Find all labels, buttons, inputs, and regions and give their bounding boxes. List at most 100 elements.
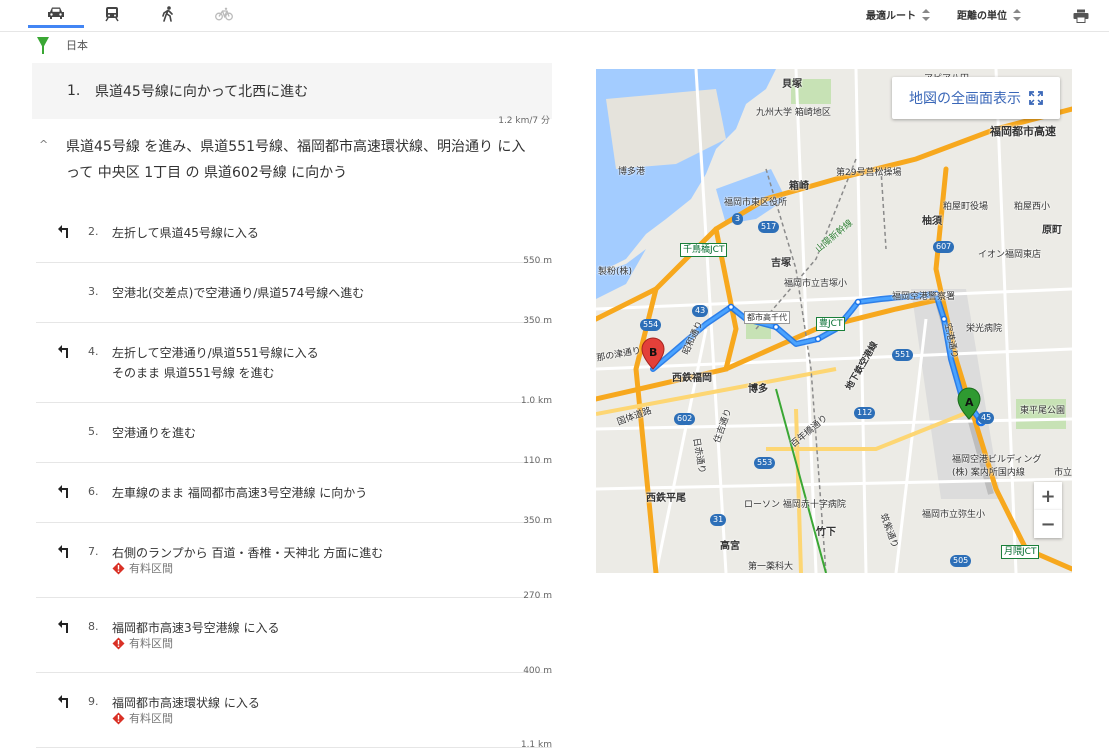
step-text-line: 空港北(交差点)で空港通り/県道574号線へ進む (112, 286, 365, 300)
road-shield: 607 (933, 241, 955, 253)
map-label: 福岡市東区役所 (724, 198, 788, 208)
route-section-summary[interactable]: ^ 県道45号線 を進み、県道551号線、福岡都市高速環状線、明治通り に入って… (36, 134, 526, 186)
map-label: 第29号莒松操場 (836, 168, 902, 178)
turn-icon-wrapper (58, 693, 70, 712)
marker-b-label: B (649, 346, 658, 359)
direction-step-1[interactable]: 1. 県道45号線に向かって北西に進む (32, 63, 552, 119)
map-label: 福岡市立吉塚小 (784, 279, 848, 289)
jct-label: 豊JCT (816, 317, 846, 331)
turn-left-icon (58, 485, 68, 498)
step-number: 6. (88, 485, 99, 498)
toll-warning-icon (112, 562, 125, 574)
car-icon (48, 7, 64, 19)
map-label: ローソン 福岡赤十字病院 (744, 500, 846, 510)
road-shield: 554 (640, 319, 662, 331)
map-label: 福岡都市高速 (990, 125, 1056, 138)
zoom-out-button[interactable]: − (1034, 510, 1062, 538)
mode-transit-button[interactable] (84, 0, 140, 28)
turn-left-icon (58, 620, 68, 633)
map-label: 竹下 (816, 527, 836, 538)
step-text: 空港北(交差点)で空港通り/県道574号線へ進む (112, 283, 364, 303)
map-label: 博多 (748, 384, 768, 395)
travel-mode-bar: 最適ルート 距離の単位 (0, 0, 1109, 32)
step-distance: 1.1 km (520, 740, 552, 750)
map-label: 市立 (1054, 468, 1072, 478)
direction-step[interactable]: 8. 福岡都市高速3号空港線 に入る 有料区間 (36, 618, 552, 672)
turn-left-icon (58, 695, 68, 708)
step-text: 左車線のまま 福岡都市高速3号空港線 に向かう (112, 483, 367, 503)
step-text: 左折して県道45号線に入る (112, 223, 259, 243)
step-text-line: 左車線のまま 福岡都市高速3号空港線 に向かう (112, 486, 368, 500)
map-label: 吉塚 (771, 258, 791, 269)
toll-section-note: 有料区間 (112, 710, 173, 726)
map-label: 原町 (1042, 225, 1062, 236)
route-map[interactable]: A B 貝塚 九州大学 箱崎地区 アピア八田 福岡都市高速 博多港 箱崎 第29… (596, 69, 1072, 573)
direction-step[interactable]: 7. 右側のランプから 百道・香椎・天神北 方面に進む 有料区間 (36, 543, 552, 597)
zoom-out-icon: − (1040, 513, 1056, 535)
turn-icon-wrapper (58, 543, 70, 562)
step-number: 5. (88, 425, 99, 438)
toll-warning-icon (112, 637, 125, 649)
mode-car-button[interactable] (28, 0, 84, 28)
road-shield: 45 (978, 412, 995, 424)
step-text: 左折して空港通り/県道551号線に入る そのまま 県道551号線 を進む (112, 343, 319, 383)
road-shield: 505 (950, 555, 972, 567)
sort-arrows-icon (922, 8, 930, 21)
step-text: 空港通りを進む (112, 423, 196, 443)
start-flag-icon (37, 37, 49, 54)
map-label: 粕屋西小 (1014, 202, 1051, 212)
print-icon (1073, 9, 1089, 23)
step-text-line: 左折して空港通り/県道551号線に入る (112, 346, 319, 360)
map-label: イオン福岡東店 (978, 250, 1042, 260)
step-text-line: そのまま 県道551号線 を進む (112, 366, 275, 380)
step-number: 4. (88, 345, 99, 358)
step-distance: 350 m (523, 516, 552, 526)
mode-walk-button[interactable] (140, 0, 196, 28)
map-label: (株) 案内所国内線 (952, 468, 1025, 478)
toll-warning-icon (112, 712, 125, 724)
toll-section-note: 有料区間 (112, 635, 173, 651)
turn-icon-wrapper (58, 483, 70, 502)
map-label: 第一薬科大 (748, 562, 794, 572)
map-label: 柚須 (922, 216, 942, 227)
print-button[interactable] (1073, 8, 1089, 27)
step-text-line: 空港通りを進む (112, 426, 197, 440)
step-distance-time: 1.2 km/7 分 (498, 116, 550, 126)
turn-icon-wrapper (58, 223, 70, 242)
step-distance: 550 m (523, 256, 552, 266)
map-label: 高宮 (720, 541, 740, 552)
zoom-in-icon: + (1040, 485, 1056, 507)
direction-step[interactable]: 4. 左折して空港通り/県道551号線に入る そのまま 県道551号線 を進む (36, 343, 552, 402)
mode-bicycle-button[interactable] (196, 0, 252, 28)
distance-unit-select[interactable]: 距離の単位 (957, 7, 1021, 22)
map-label: 福岡市立弥生小 (922, 510, 986, 520)
map-label: 都市高千代 (744, 311, 790, 324)
sort-arrows-icon (1013, 8, 1021, 21)
zoom-in-button[interactable]: + (1034, 482, 1062, 510)
map-label: 西鉄平尾 (646, 493, 686, 504)
collapse-caret-icon[interactable]: ^ (39, 138, 48, 151)
step-number: 7. (88, 545, 99, 558)
map-label: 貝塚 (782, 79, 802, 90)
map-label: 粕屋町役場 (943, 202, 989, 212)
jct-label: 月隈JCT (1001, 545, 1040, 559)
turn-icon-wrapper (58, 618, 70, 637)
road-shield: 112 (854, 407, 876, 419)
map-label: 福岡空港警察署 (892, 292, 956, 302)
step-number: 8. (88, 620, 99, 633)
map-label: 博多港 (618, 167, 646, 177)
turn-left-icon (58, 545, 68, 558)
direction-step[interactable]: 9. 福岡都市高速環状線 に入る 有料区間 (36, 693, 552, 747)
map-fullscreen-button[interactable]: 地図の全画面表示 (892, 77, 1060, 119)
bicycle-icon (215, 7, 233, 21)
marker-a-label: A (965, 396, 974, 409)
road-shield: 551 (892, 349, 914, 361)
route-option-select[interactable]: 最適ルート (866, 7, 930, 22)
step-distance: 400 m (523, 666, 552, 676)
start-location-label: 日本 (66, 39, 88, 52)
road-shield: 31 (710, 514, 727, 526)
map-label: 箱崎 (789, 181, 809, 192)
step-number: 9. (88, 695, 99, 708)
section-text: 県道45号線 を進み、県道551号線、福岡都市高速環状線、明治通り に入って 中… (66, 139, 526, 181)
step-text: 県道45号線に向かって北西に進む (95, 84, 309, 100)
